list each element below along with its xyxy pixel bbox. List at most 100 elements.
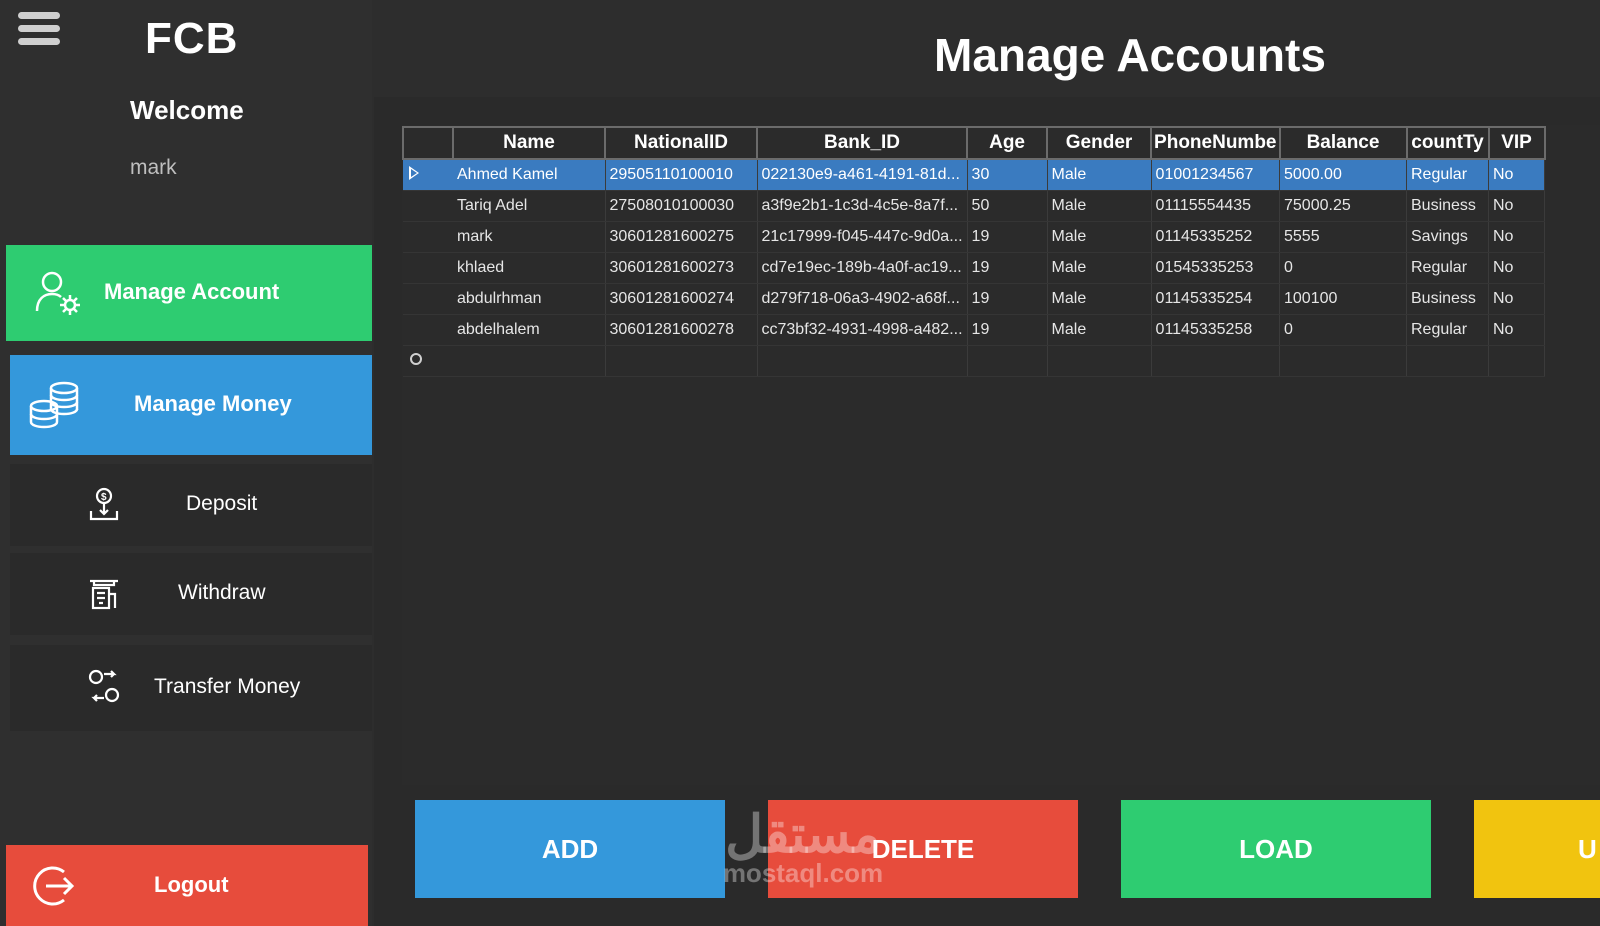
cell[interactable]: 0 — [1279, 252, 1407, 284]
row-header[interactable] — [403, 283, 453, 315]
column-header[interactable]: VIP — [1487, 126, 1546, 160]
logout-button[interactable]: Logout — [6, 845, 368, 926]
accounts-grid[interactable]: Name NationalID Bank_ID Age Gender Phone… — [402, 126, 1546, 377]
cell[interactable]: 30601281600275 — [605, 221, 758, 253]
cell[interactable] — [1488, 345, 1545, 377]
cell[interactable]: cc73bf32-4931-4998-a482... — [757, 314, 968, 346]
cell[interactable]: Business — [1406, 283, 1489, 315]
brand-logo: FCB — [145, 14, 239, 63]
cell[interactable] — [1151, 345, 1281, 377]
cell[interactable]: Business — [1406, 190, 1489, 222]
cell[interactable] — [605, 345, 758, 377]
table-row[interactable]: Tariq Adel 27508010100030 a3f9e2b1-1c3d-… — [403, 190, 1545, 222]
column-header[interactable]: Bank_ID — [755, 126, 969, 160]
table-row[interactable]: khlaed 30601281600273 cd7e19ec-189b-4a0f… — [403, 252, 1545, 284]
cell[interactable]: No — [1488, 314, 1545, 346]
cell[interactable]: 30601281600273 — [605, 252, 758, 284]
cell[interactable]: Regular — [1406, 314, 1489, 346]
cell[interactable] — [967, 345, 1048, 377]
cell[interactable]: 30 — [967, 159, 1048, 191]
cell[interactable]: 022130e9-a461-4191-81d... — [757, 159, 968, 191]
column-header[interactable]: PhoneNumbe — [1150, 126, 1281, 160]
atm-withdraw-icon — [86, 576, 122, 612]
column-header[interactable]: Balance — [1278, 126, 1408, 160]
cell[interactable]: Male — [1047, 159, 1152, 191]
cell[interactable] — [757, 345, 968, 377]
column-header[interactable]: Gender — [1046, 126, 1153, 160]
cell[interactable]: khlaed — [453, 252, 606, 284]
load-button[interactable]: LOAD — [1121, 800, 1431, 898]
cell[interactable]: 01145335258 — [1151, 314, 1281, 346]
cell[interactable]: Ahmed Kamel — [453, 159, 606, 191]
cell[interactable]: No — [1488, 159, 1545, 191]
cell[interactable]: cd7e19ec-189b-4a0f-ac19... — [757, 252, 968, 284]
table-row[interactable]: abdulrhman 30601281600274 d279f718-06a3-… — [403, 283, 1545, 315]
row-header[interactable] — [403, 190, 453, 222]
cell[interactable]: 27508010100030 — [605, 190, 758, 222]
cell[interactable] — [453, 345, 606, 377]
deposit-button[interactable]: $ Deposit — [10, 464, 372, 546]
column-header[interactable]: countTy — [1405, 126, 1490, 160]
cell[interactable]: 01145335254 — [1151, 283, 1281, 315]
cell[interactable]: No — [1488, 252, 1545, 284]
cell[interactable]: 19 — [967, 314, 1048, 346]
cell[interactable]: 30601281600274 — [605, 283, 758, 315]
cell[interactable]: 5555 — [1279, 221, 1407, 253]
manage-money-button[interactable]: Manage Money — [10, 355, 372, 455]
cell[interactable]: 19 — [967, 221, 1048, 253]
row-header[interactable] — [403, 221, 453, 253]
table-row[interactable]: Ahmed Kamel 29505110100010 022130e9-a461… — [403, 159, 1545, 191]
cell[interactable]: mark — [453, 221, 606, 253]
cell[interactable]: No — [1488, 190, 1545, 222]
column-header[interactable]: NationalID — [604, 126, 758, 160]
withdraw-button[interactable]: Withdraw — [10, 553, 372, 635]
manage-account-button[interactable]: Manage Account — [6, 245, 372, 341]
cell[interactable]: 75000.25 — [1279, 190, 1407, 222]
cell[interactable]: Tariq Adel — [453, 190, 606, 222]
hamburger-menu-icon[interactable] — [18, 12, 60, 50]
cell[interactable]: abdulrhman — [453, 283, 606, 315]
cell[interactable]: 5000.00 — [1279, 159, 1407, 191]
cell[interactable] — [1047, 345, 1152, 377]
row-header[interactable] — [403, 159, 453, 191]
delete-button[interactable]: DELETE — [768, 800, 1078, 898]
update-button[interactable]: U — [1474, 800, 1600, 898]
cell[interactable]: 19 — [967, 283, 1048, 315]
cell[interactable] — [1279, 345, 1407, 377]
table-row[interactable]: mark 30601281600275 21c17999-f045-447c-9… — [403, 221, 1545, 253]
cell[interactable]: a3f9e2b1-1c3d-4c5e-8a7f... — [757, 190, 968, 222]
cell[interactable]: 19 — [967, 252, 1048, 284]
cell[interactable]: 30601281600278 — [605, 314, 758, 346]
cell[interactable]: No — [1488, 283, 1545, 315]
cell[interactable]: 01115554435 — [1151, 190, 1281, 222]
cell[interactable]: Regular — [1406, 159, 1489, 191]
cell[interactable]: Male — [1047, 314, 1152, 346]
table-row[interactable]: abdelhalem 30601281600278 cc73bf32-4931-… — [403, 314, 1545, 346]
row-header[interactable] — [403, 252, 453, 284]
cell[interactable]: Male — [1047, 252, 1152, 284]
row-header[interactable] — [403, 345, 453, 377]
cell[interactable]: d279f718-06a3-4902-a68f... — [757, 283, 968, 315]
cell[interactable]: 0 — [1279, 314, 1407, 346]
new-row[interactable] — [403, 345, 1545, 377]
cell[interactable]: 01545335253 — [1151, 252, 1281, 284]
cell[interactable]: Regular — [1406, 252, 1489, 284]
cell[interactable]: No — [1488, 221, 1545, 253]
add-button[interactable]: ADD — [415, 800, 725, 898]
cell[interactable]: 50 — [967, 190, 1048, 222]
cell[interactable]: 01145335252 — [1151, 221, 1281, 253]
cell[interactable]: Male — [1047, 221, 1152, 253]
cell[interactable]: 29505110100010 — [605, 159, 758, 191]
cell[interactable]: Male — [1047, 190, 1152, 222]
transfer-money-button[interactable]: Transfer Money — [10, 645, 372, 731]
cell[interactable] — [1406, 345, 1489, 377]
row-header[interactable] — [403, 314, 453, 346]
cell[interactable]: abdelhalem — [453, 314, 606, 346]
cell[interactable]: 01001234567 — [1151, 159, 1281, 191]
cell[interactable]: Male — [1047, 283, 1152, 315]
cell[interactable]: 100100 — [1279, 283, 1407, 315]
column-header[interactable]: Name — [452, 126, 606, 160]
cell[interactable]: Savings — [1406, 221, 1489, 253]
column-header[interactable]: Age — [966, 126, 1049, 160]
cell[interactable]: 21c17999-f045-447c-9d0a... — [757, 221, 968, 253]
